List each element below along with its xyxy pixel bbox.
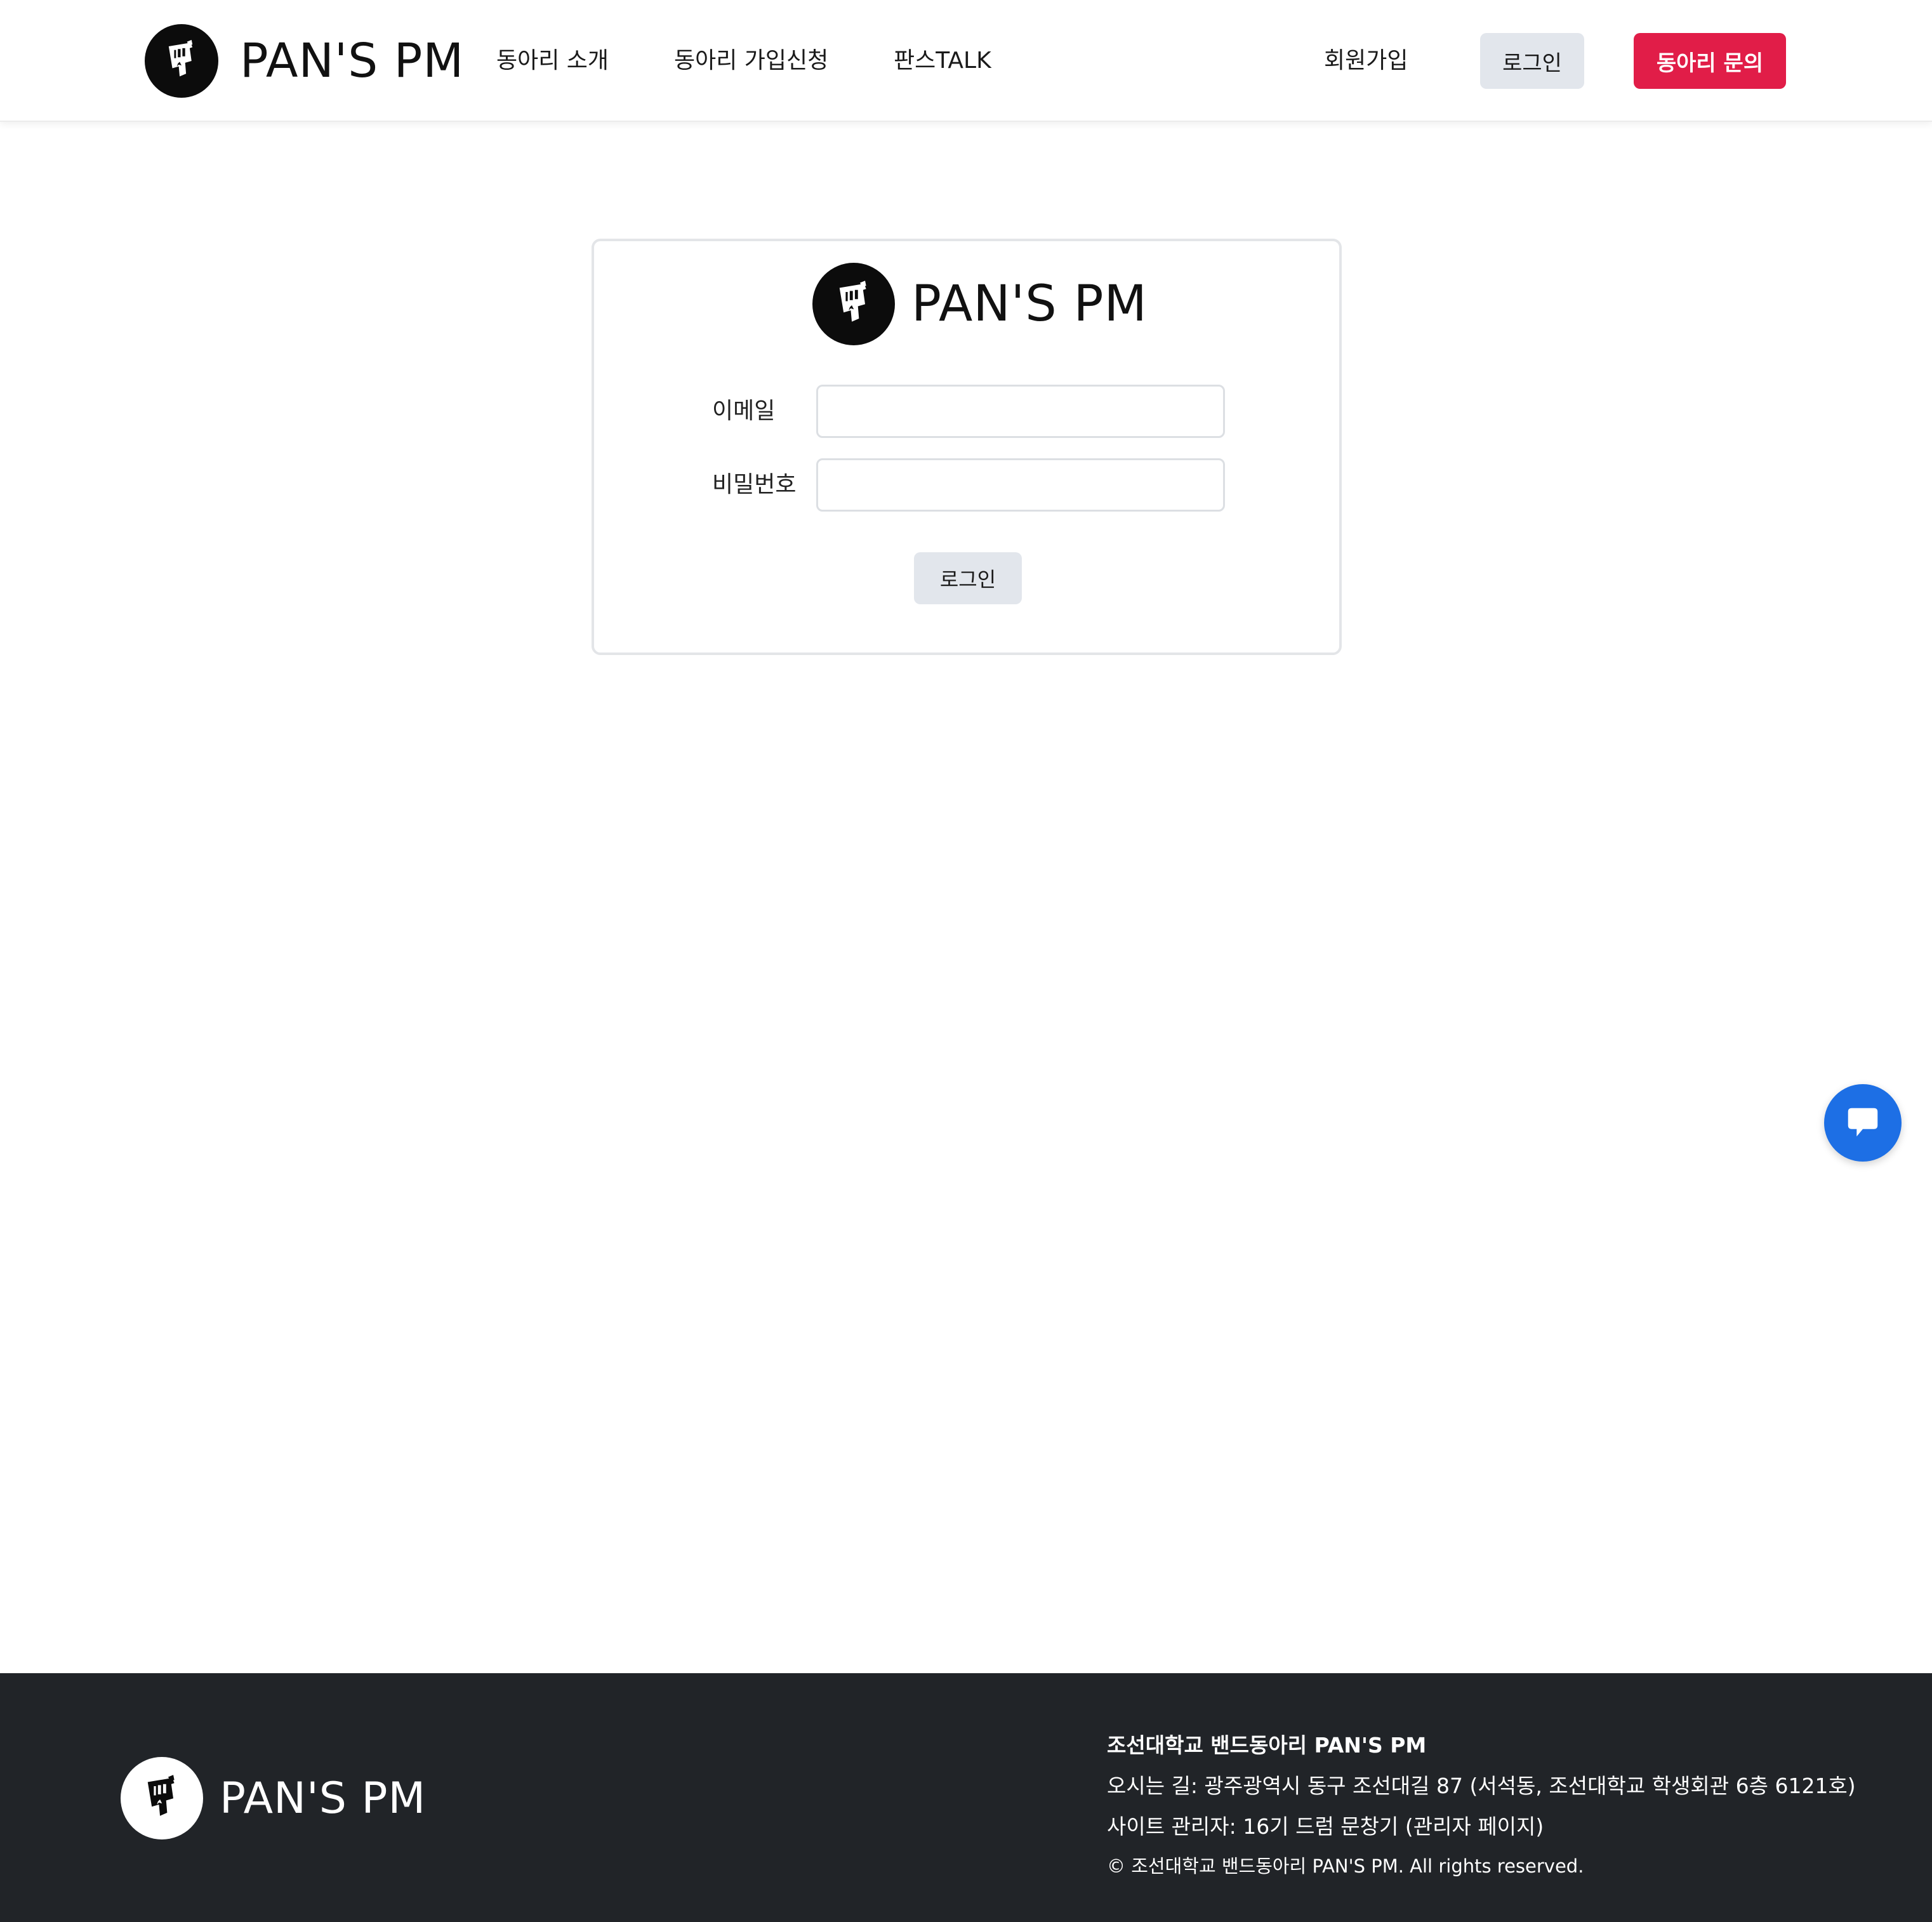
- page: PAN'S PM 동아리 소개 동아리 가입신청 판스TALK 회원가입 로그인…: [0, 0, 1932, 1922]
- login-card: PAN'S PM 이메일 비밀번호 로그인: [592, 239, 1342, 655]
- footer-brand[interactable]: PAN'S PM: [121, 1757, 426, 1839]
- footer-copyright: © 조선대학교 밴드동아리 PAN'S PM. All rights reser…: [1107, 1855, 1584, 1877]
- password-field[interactable]: [816, 458, 1225, 512]
- nav-club-intro[interactable]: 동아리 소개: [496, 41, 609, 81]
- footer-info: 조선대학교 밴드동아리 PAN'S PM 오시는 길: 광주광역시 동구 조선대…: [1107, 1725, 1856, 1885]
- header-brand-text: PAN'S PM: [240, 34, 465, 88]
- club-inquiry-button[interactable]: 동아리 문의: [1634, 33, 1786, 89]
- header-brand[interactable]: PAN'S PM: [145, 24, 464, 98]
- email-field[interactable]: [816, 385, 1225, 438]
- header-login-button[interactable]: 로그인: [1480, 33, 1584, 89]
- pans-pm-logo-icon: [121, 1757, 203, 1839]
- nav-pans-talk[interactable]: 판스TALK: [894, 41, 991, 81]
- login-submit-button[interactable]: 로그인: [914, 552, 1022, 604]
- pans-pm-logo-icon: [145, 24, 218, 98]
- pans-pm-logo-icon: [812, 263, 895, 345]
- footer-address: 오시는 길: 광주광역시 동구 조선대길 87 (서석동, 조선대학교 학생회관…: [1107, 1773, 1856, 1798]
- signup-link[interactable]: 회원가입: [1324, 41, 1408, 81]
- email-label: 이메일: [712, 398, 776, 424]
- footer-org-name: 조선대학교 밴드동아리 PAN'S PM: [1107, 1733, 1427, 1758]
- password-label: 비밀번호: [712, 472, 797, 498]
- chat-button[interactable]: [1824, 1084, 1902, 1162]
- site-footer: PAN'S PM 조선대학교 밴드동아리 PAN'S PM 오시는 길: 광주광…: [0, 1673, 1932, 1922]
- footer-brand-text: PAN'S PM: [220, 1773, 427, 1824]
- login-card-brand-text: PAN'S PM: [911, 275, 1148, 333]
- login-card-brand: PAN'S PM: [812, 263, 1148, 345]
- footer-admin: 사이트 관리자: 16기 드럼 문창기 (관리자 페이지): [1107, 1814, 1544, 1839]
- chat-bubble-icon: [1848, 1108, 1878, 1137]
- nav-club-application[interactable]: 동아리 가입신청: [674, 41, 828, 81]
- top-navbar: PAN'S PM 동아리 소개 동아리 가입신청 판스TALK 회원가입 로그인…: [0, 0, 1932, 122]
